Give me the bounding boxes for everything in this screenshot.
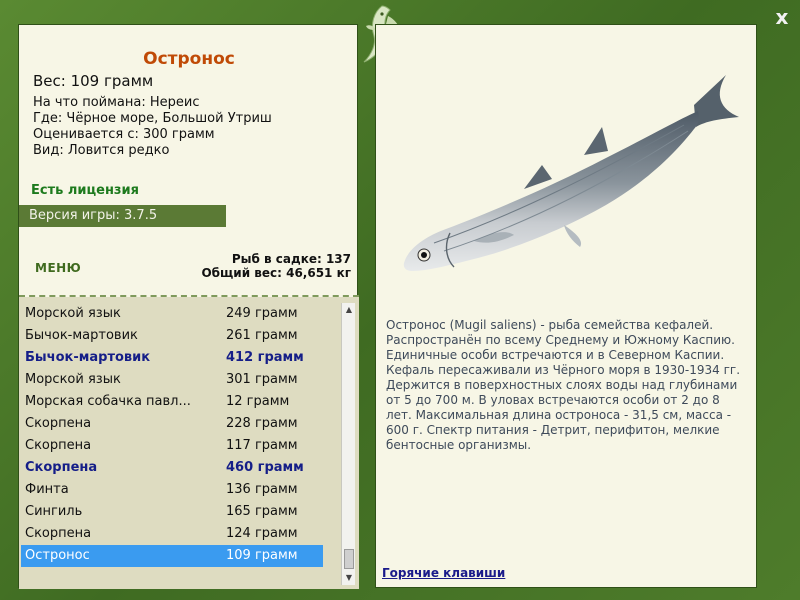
catch-list-row[interactable]: Бычок-мартовик 261 грамм [21, 325, 323, 347]
catch-fish-name: Финта [25, 482, 69, 497]
catch-fish-weight: 460 грамм [226, 460, 304, 475]
catch-fish-weight: 109 грамм [226, 548, 298, 563]
catch-list-row[interactable]: Скорпена 228 грамм [21, 413, 323, 435]
catch-fish-weight: 228 грамм [226, 416, 298, 431]
catch-list-row[interactable]: Бычок-мартовик 412 грамм [21, 347, 323, 369]
catch-list-area: Морской язык 249 грамм Бычок-мартовик 261 г… [19, 297, 359, 589]
total-weight: Общий вес: 46,651 кг [201, 266, 351, 280]
location-text: Где: Чёрное море, Большой Утриш [33, 111, 272, 126]
catch-fish-weight: 12 грамм [226, 394, 290, 409]
license-status: Есть лицензия [31, 183, 139, 198]
fish-info-panel: Остронос Вес: 109 грамм На что поймана: … [18, 24, 359, 589]
catch-fish-weight: 136 грамм [226, 482, 298, 497]
valued-text: Оценивается с: 300 грамм [33, 127, 215, 142]
window-frame: x Остронос Вес: 109 грамм На что поймана… [0, 0, 800, 600]
catch-list-row[interactable]: Морской язык 249 грамм [21, 303, 323, 325]
close-icon[interactable]: x [771, 6, 793, 28]
fish-details: На что поймана: Нереис Где: Чёрное море,… [33, 95, 272, 159]
catch-fish-weight: 261 грамм [226, 328, 298, 343]
catch-fish-weight: 301 грамм [226, 372, 298, 387]
fish-title: Остронос [143, 49, 235, 69]
catch-fish-name: Бычок-мартовик [25, 328, 138, 343]
scroll-up-arrow-icon[interactable]: ▲ [342, 303, 356, 317]
fish-description-panel: Остронос (Mugil saliens) - рыба семейств… [375, 24, 757, 588]
scrollbar-thumb[interactable] [344, 549, 354, 569]
catch-fish-weight: 165 грамм [226, 504, 298, 519]
catch-fish-weight: 412 грамм [226, 350, 304, 365]
catch-fish-weight: 249 грамм [226, 306, 298, 321]
catch-list-row[interactable]: Остронос 109 грамм [21, 545, 323, 567]
catch-list-row[interactable]: Сингиль 165 грамм [21, 501, 323, 523]
fish-weight: Вес: 109 грамм [33, 72, 154, 90]
scroll-down-arrow-icon[interactable]: ▼ [342, 571, 356, 585]
catch-fish-name: Морская собачка павл... [25, 394, 191, 409]
list-scrollbar[interactable]: ▲ ▼ [341, 303, 355, 585]
catch-list-row[interactable]: Морской язык 301 грамм [21, 369, 323, 391]
catch-fish-name: Бычок-мартовик [25, 350, 151, 365]
menu-button[interactable]: МЕНЮ [35, 261, 81, 275]
catch-list: Морской язык 249 грамм Бычок-мартовик 261 г… [21, 303, 323, 567]
catch-fish-name: Морской язык [25, 306, 121, 321]
catch-fish-name: Остронос [25, 548, 90, 563]
hotkeys-link[interactable]: Горячие клавиши [382, 566, 505, 580]
fish-description: Остронос (Mugil saliens) - рыба семейств… [386, 318, 741, 452]
catch-list-row[interactable]: Скорпена 124 грамм [21, 523, 323, 545]
kind-text: Вид: Ловится редко [33, 143, 170, 158]
catch-stats: Рыб в садке: 137 Общий вес: 46,651 кг [201, 252, 351, 280]
caught-on-text: На что поймана: Нереис [33, 95, 200, 110]
catch-list-row[interactable]: Финта 136 грамм [21, 479, 323, 501]
catch-fish-name: Скорпена [25, 526, 92, 541]
catch-list-row[interactable]: Морская собачка павл... 12 грамм [21, 391, 323, 413]
catch-fish-name: Скорпена [25, 438, 92, 453]
catch-fish-name: Скорпена [25, 416, 92, 431]
version-bar: Версия игры: 3.7.5 [19, 205, 226, 227]
catch-fish-weight: 124 грамм [226, 526, 298, 541]
catch-fish-name: Морской язык [25, 372, 121, 387]
catch-list-row[interactable]: Скорпена 117 грамм [21, 435, 323, 457]
catch-list-row[interactable]: Скорпена 460 грамм [21, 457, 323, 479]
fish-in-cage-count: Рыб в садке: 137 [231, 252, 351, 266]
catch-fish-weight: 117 грамм [226, 438, 298, 453]
catch-fish-name: Скорпена [25, 460, 98, 475]
catch-fish-name: Сингиль [25, 504, 83, 519]
fish-image [403, 75, 739, 271]
